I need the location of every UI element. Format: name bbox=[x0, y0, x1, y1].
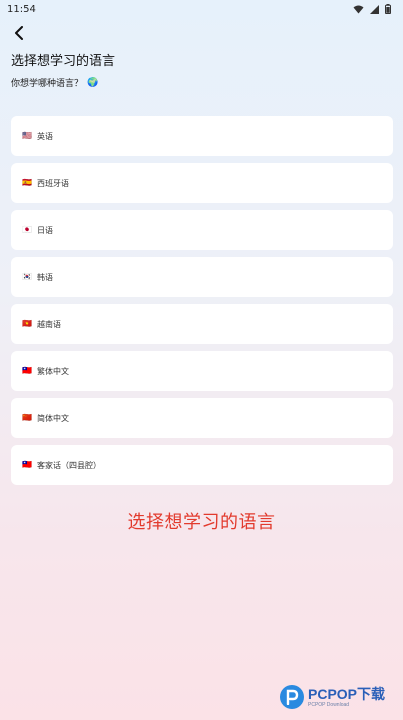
language-item-korean[interactable]: 🇰🇷 韩语 bbox=[11, 257, 393, 297]
language-item-hakka[interactable]: 🇹🇼 客家话（四县腔） bbox=[11, 445, 393, 485]
watermark: PCPOP下载 PCPOP Download bbox=[280, 685, 385, 709]
back-arrow-icon bbox=[15, 26, 23, 40]
globe-icon: 🌍 bbox=[87, 77, 99, 88]
language-item-japanese[interactable]: 🇯🇵 日语 bbox=[11, 210, 393, 250]
page-title: 选择想学习的语言 bbox=[11, 54, 116, 69]
wifi-icon bbox=[353, 5, 364, 13]
taiwan-flag-icon: 🇹🇼 bbox=[22, 460, 32, 469]
battery-icon bbox=[385, 4, 391, 14]
spain-flag-icon: 🇪🇸 bbox=[22, 178, 32, 187]
language-item-spanish[interactable]: 🇪🇸 西班牙语 bbox=[11, 163, 393, 203]
watermark-title: PCPOP下载 bbox=[308, 685, 386, 702]
subtitle-text: 你想学哪种语言？ bbox=[11, 79, 84, 89]
japan-flag-icon: 🇯🇵 bbox=[22, 225, 32, 234]
language-label: 简体中文 bbox=[37, 413, 69, 423]
taiwan-flag-icon: 🇹🇼 bbox=[22, 366, 32, 375]
signal-icon bbox=[370, 4, 379, 14]
status-bar: 11:54 bbox=[0, 0, 403, 18]
pcpop-logo-icon bbox=[280, 685, 304, 709]
vietnam-flag-icon: 🇻🇳 bbox=[22, 319, 32, 328]
us-flag-icon: 🇺🇸 bbox=[22, 131, 32, 140]
status-time: 11:54 bbox=[7, 3, 36, 15]
language-item-traditional-chinese[interactable]: 🇹🇼 繁体中文 bbox=[11, 351, 393, 391]
status-icons bbox=[353, 4, 391, 14]
language-label: 客家话（四县腔） bbox=[37, 460, 101, 470]
language-item-simplified-chinese[interactable]: 🇨🇳 简体中文 bbox=[11, 398, 393, 438]
promo-banner-text: 选择想学习的语言 bbox=[127, 512, 276, 533]
language-label: 繁体中文 bbox=[37, 366, 69, 376]
language-label: 越南语 bbox=[37, 319, 61, 329]
language-label: 西班牙语 bbox=[37, 178, 69, 188]
language-label: 英语 bbox=[37, 131, 53, 141]
language-label: 日语 bbox=[37, 225, 53, 235]
watermark-subtitle: PCPOP Download bbox=[308, 701, 350, 708]
china-flag-icon: 🇨🇳 bbox=[22, 413, 32, 422]
back-button[interactable] bbox=[10, 24, 28, 42]
language-list: 🇺🇸 英语 🇪🇸 西班牙语 🇯🇵 日语 🇰🇷 韩语 🇻🇳 越南语 🇹🇼 繁体中文… bbox=[11, 116, 393, 492]
language-label: 韩语 bbox=[37, 272, 53, 282]
language-item-vietnamese[interactable]: 🇻🇳 越南语 bbox=[11, 304, 393, 344]
page-subtitle: 你想学哪种语言？ 🌍 bbox=[11, 76, 99, 90]
language-item-english[interactable]: 🇺🇸 英语 bbox=[11, 116, 393, 156]
korea-flag-icon: 🇰🇷 bbox=[22, 272, 32, 281]
